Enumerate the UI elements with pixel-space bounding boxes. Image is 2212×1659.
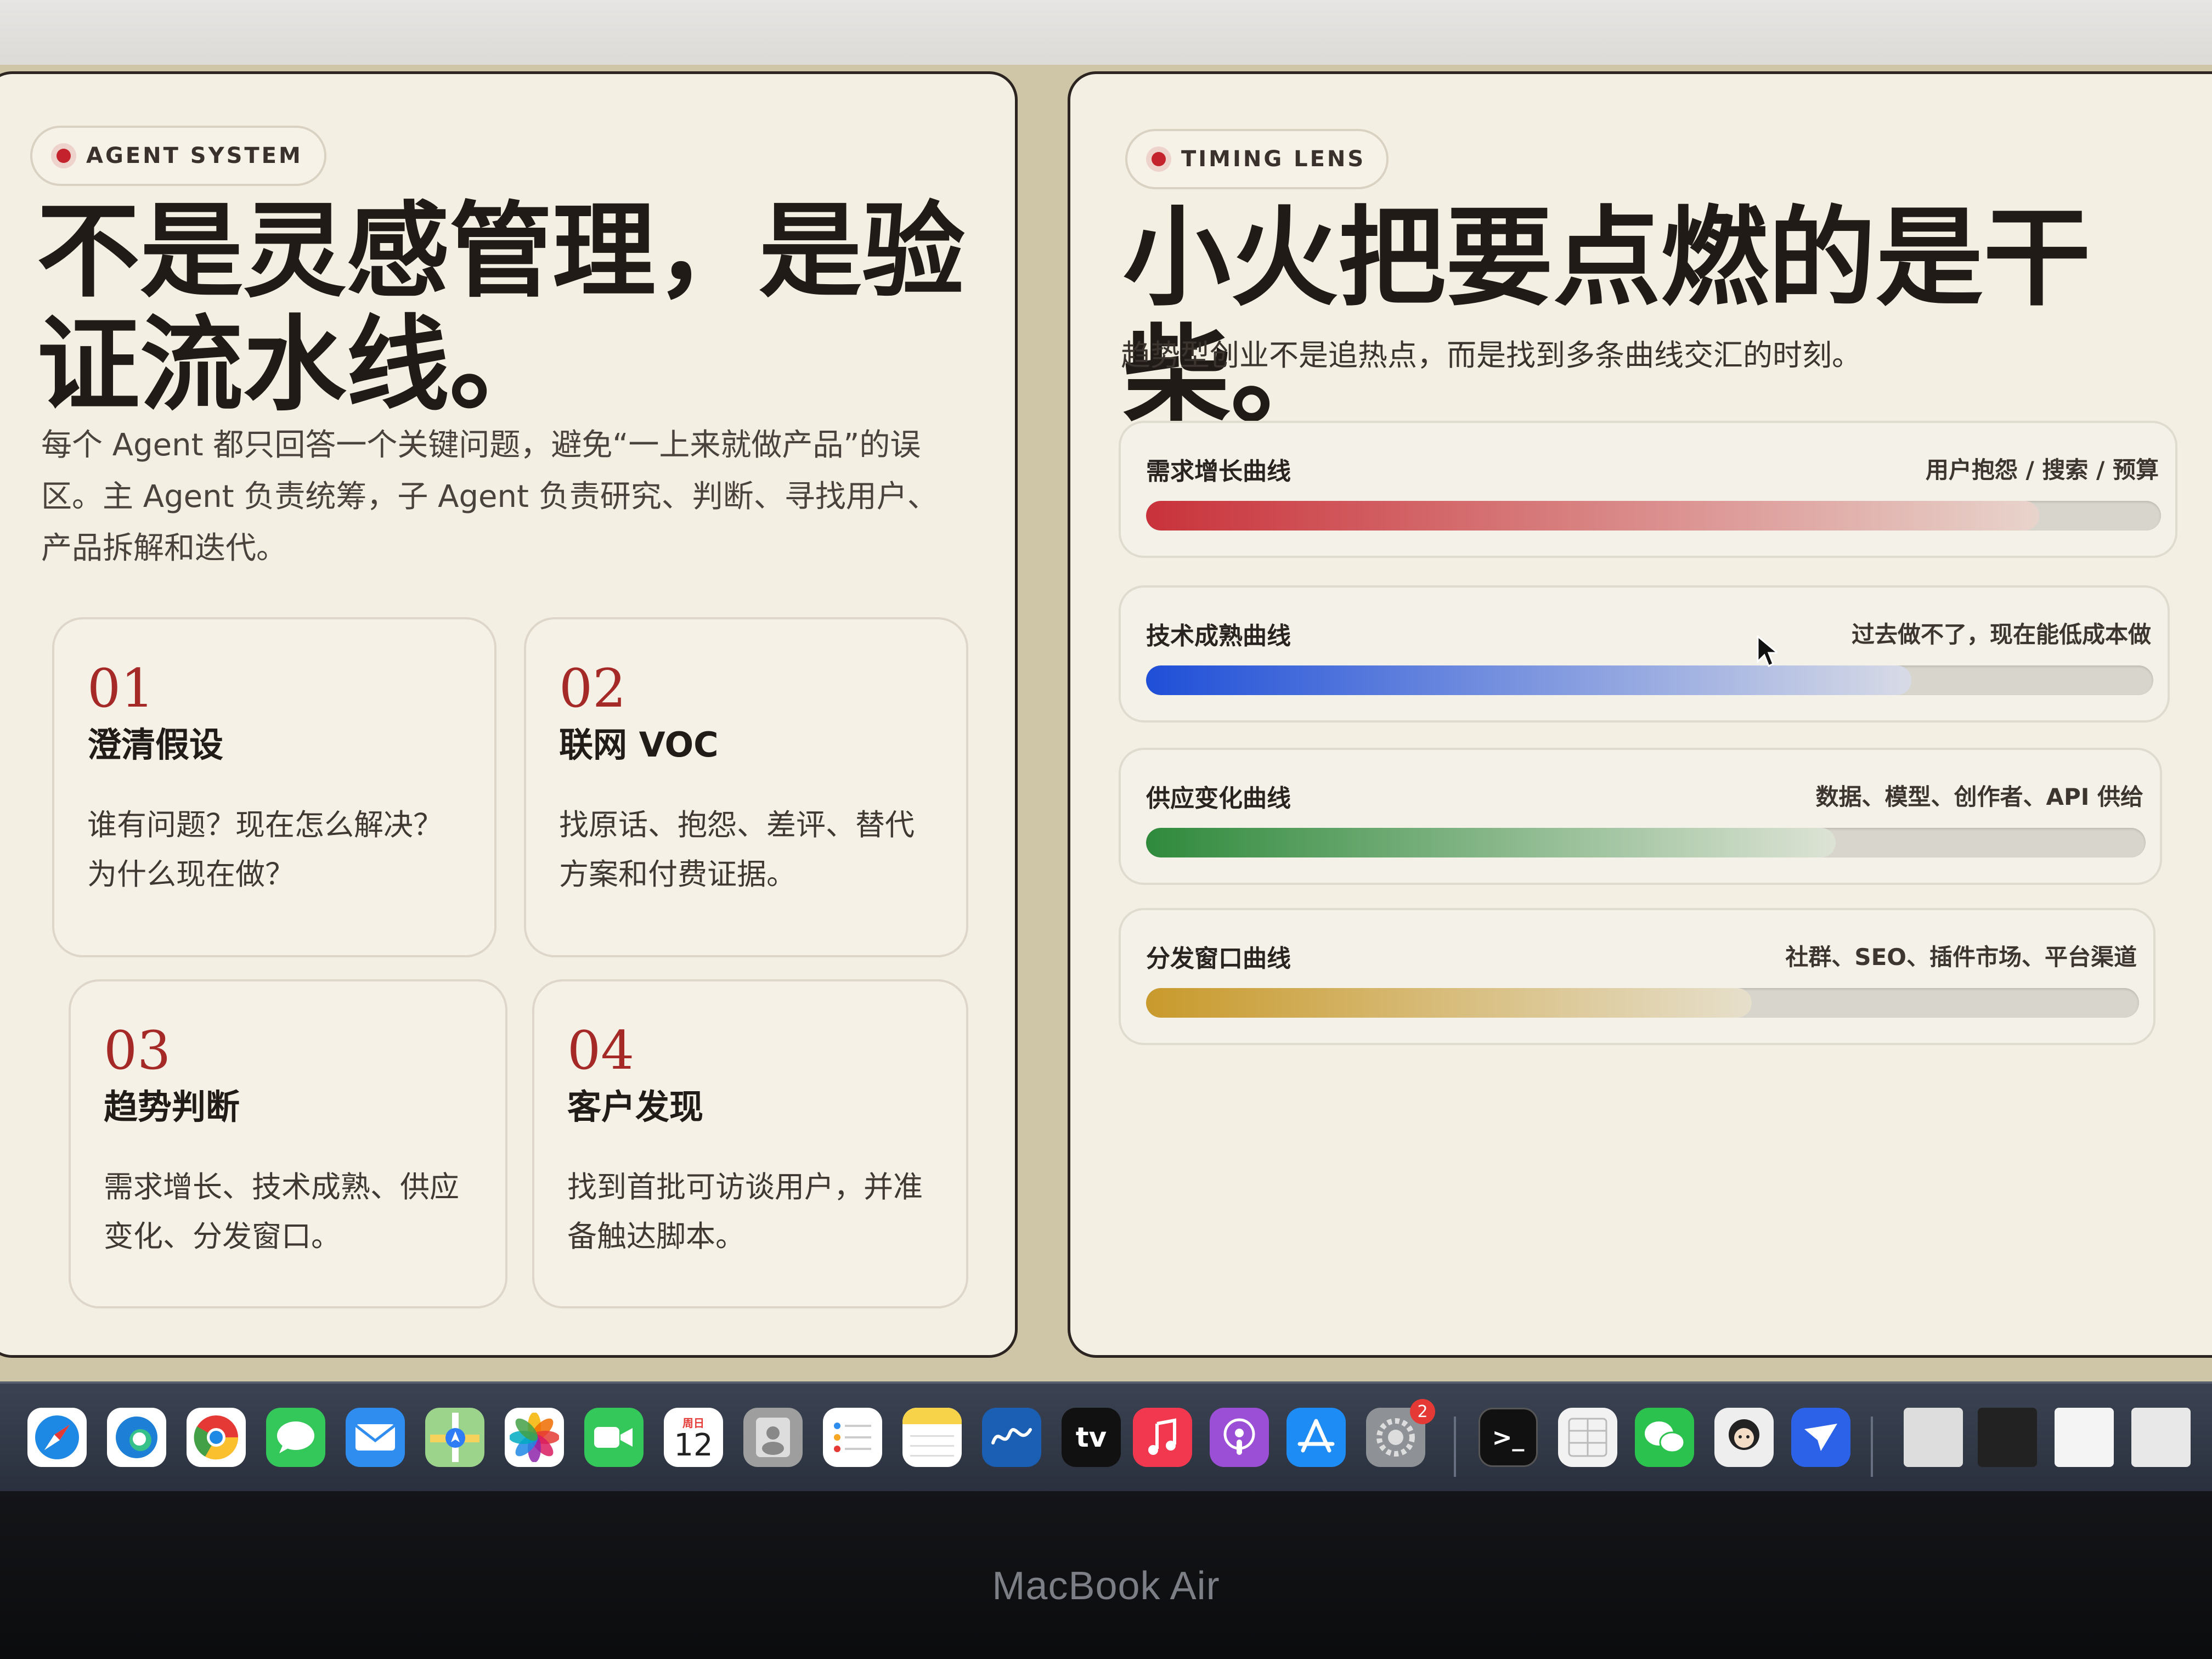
agent-card-1[interactable]: 01 澄清假设 谁有问题？现在怎么解决？ 为什么现在做？ [52,617,496,957]
card-title: 联网 VOC [559,725,719,765]
progress-track [1146,501,2161,531]
progress-track [1146,665,2153,695]
wechat-icon[interactable] [1635,1408,1694,1467]
timing-lens-tag: TIMING LENS [1125,129,1389,189]
mouse-cursor-icon [1757,635,1778,668]
card-number: 04 [567,1020,635,1081]
agent-card-2[interactable]: 02 联网 VOC 找原话、抱怨、差评、替代 方案和付费证据。 [524,617,968,957]
card-title: 澄清假设 [87,725,224,765]
agent-card-4[interactable]: 04 客户发现 找到首批可访谈用户，并准 备触达脚本。 [532,979,968,1308]
card-number: 02 [559,658,627,719]
freeform-icon[interactable] [982,1408,1041,1467]
curve-demand: 需求增长曲线 用户抱怨 / 搜索 / 预算 [1119,421,2177,558]
description-line-2: 区。主 Agent 负责统筹，子 Agent 负责研究、判断、寻找用户、 [41,479,938,515]
dock: 周日 12 tv 2 >_ [0,1381,2212,1493]
card-desc-line: 方案和付费证据。 [559,857,796,891]
progress-track [1146,988,2139,1018]
podcasts-icon[interactable] [1210,1408,1269,1467]
card-title: 客户发现 [567,1087,704,1127]
headline-line-1: 不是灵感管理，是验 [37,190,965,312]
card-desc-line: 变化、分发窗口。 [104,1219,341,1254]
sheet-thumbnail-icon[interactable] [2055,1408,2114,1467]
grid-app-icon[interactable] [1558,1408,1617,1467]
curve-label: 分发窗口曲线 [1146,945,1291,973]
section-title: 小火把要点燃的是干柴。 [1123,195,2091,439]
terminal-icon[interactable]: >_ [1479,1408,1538,1467]
progress-fill [1146,828,1836,857]
mail-icon[interactable] [346,1408,405,1467]
curve-label: 技术成熟曲线 [1146,622,1291,650]
red-dot-icon [1152,152,1166,166]
card-desc-line: 谁有问题？现在怎么解决？ [87,808,443,842]
contacts-icon[interactable] [743,1408,803,1467]
app-store-icon[interactable] [1286,1408,1346,1467]
room-background [0,0,2212,71]
device-label: MacBook Air [992,1564,1220,1608]
card-desc-line: 备触达脚本。 [567,1219,745,1254]
photos-icon[interactable] [505,1408,564,1467]
subtitle: 趋势型创业不是追热点，而是找到多条曲线交汇的时刻。 [1121,338,1861,373]
calendar-day: 12 [674,1427,713,1463]
curve-supply: 供应变化曲线 数据、模型、创作者、API 供给 [1119,748,2162,885]
edge-icon[interactable] [107,1408,166,1467]
curve-distribution: 分发窗口曲线 社群、SEO、插件市场、平台渠道 [1119,908,2155,1045]
chrome-icon[interactable] [187,1408,246,1467]
card-desc-line: 需求增长、技术成熟、供应 [104,1170,459,1204]
curve-label: 需求增长曲线 [1146,458,1291,486]
progress-fill [1146,988,1752,1018]
document-thumbnail-icon[interactable] [1904,1408,1963,1467]
agent-system-panel: AGENT SYSTEM 不是灵感管理，是验 证流水线。 每个 Agent 都只… [0,71,1018,1358]
window-thumbnail-icon[interactable] [1978,1408,2037,1467]
red-dot-icon [57,149,71,163]
card-desc-line: 找到首批可访谈用户，并准 [567,1170,923,1204]
progress-fill [1146,665,1912,695]
card-description: 找到首批可访谈用户，并准 备触达脚本。 [567,1163,939,1261]
headline-line-2: 证流水线。 [37,303,552,425]
progress-fill [1146,501,2039,531]
curve-note: 数据、模型、创作者、API 供给 [1815,783,2143,810]
music-icon[interactable] [1133,1408,1192,1467]
card-desc-line: 为什么现在做？ [87,857,295,891]
dock-divider [1454,1417,1456,1477]
reminders-icon[interactable] [823,1408,882,1467]
description-line-3: 产品拆解和迭代。 [41,531,287,566]
dock-divider [1871,1417,1873,1477]
card-description: 需求增长、技术成熟、供应 变化、分发窗口。 [104,1163,478,1261]
curve-technology: 技术成熟曲线 过去做不了，现在能低成本做 [1119,585,2170,723]
agent-system-tag: AGENT SYSTEM [30,126,326,186]
screen: AGENT SYSTEM 不是灵感管理，是验 证流水线。 每个 Agent 都只… [0,65,2212,1381]
terminal-label: >_ [1492,1423,1525,1452]
curve-note: 用户抱怨 / 搜索 / 预算 [1925,456,2159,483]
notes-icon[interactable] [902,1408,962,1467]
card-number: 01 [87,658,155,719]
tag-label: TIMING LENS [1181,146,1366,172]
description: 每个 Agent 都只回答一个关键问题，避免“一上来就做产品”的误 区。主 Ag… [41,420,938,574]
card-title: 趋势判断 [104,1087,240,1127]
notification-badge: 2 [1410,1399,1435,1424]
curve-note: 过去做不了，现在能低成本做 [1851,621,2151,648]
safari-icon[interactable] [27,1408,87,1467]
curve-label: 供应变化曲线 [1146,785,1291,812]
avatar-app-icon[interactable] [1714,1408,1774,1467]
tag-label: AGENT SYSTEM [86,143,303,168]
facetime-icon[interactable] [584,1408,644,1467]
card-description: 找原话、抱怨、差评、替代 方案和付费证据。 [559,800,939,899]
agent-card-3[interactable]: 03 趋势判断 需求增长、技术成熟、供应 变化、分发窗口。 [69,979,507,1308]
file-thumbnail-icon[interactable] [2131,1408,2191,1467]
card-description: 谁有问题？现在怎么解决？ 为什么现在做？ [87,800,467,899]
feishu-icon[interactable] [1791,1408,1850,1467]
maps-icon[interactable] [425,1408,484,1467]
description-line-1: 每个 Agent 都只回答一个关键问题，避免“一上来就做产品”的误 [41,427,921,463]
card-number: 03 [104,1020,171,1081]
card-desc-line: 找原话、抱怨、差评、替代 [559,808,915,842]
page-title: 不是灵感管理，是验 证流水线。 [37,190,965,425]
apple-tv-label: tv [1075,1421,1107,1453]
timing-lens-panel: TIMING LENS 小火把要点燃的是干柴。 趋势型创业不是追热点，而是找到多… [1068,71,2212,1358]
messages-icon[interactable] [266,1408,325,1467]
curve-note: 社群、SEO、插件市场、平台渠道 [1785,944,2137,970]
apple-tv-icon[interactable]: tv [1062,1408,1121,1467]
progress-track [1146,828,2146,857]
calendar-icon[interactable]: 周日 12 [664,1408,723,1467]
